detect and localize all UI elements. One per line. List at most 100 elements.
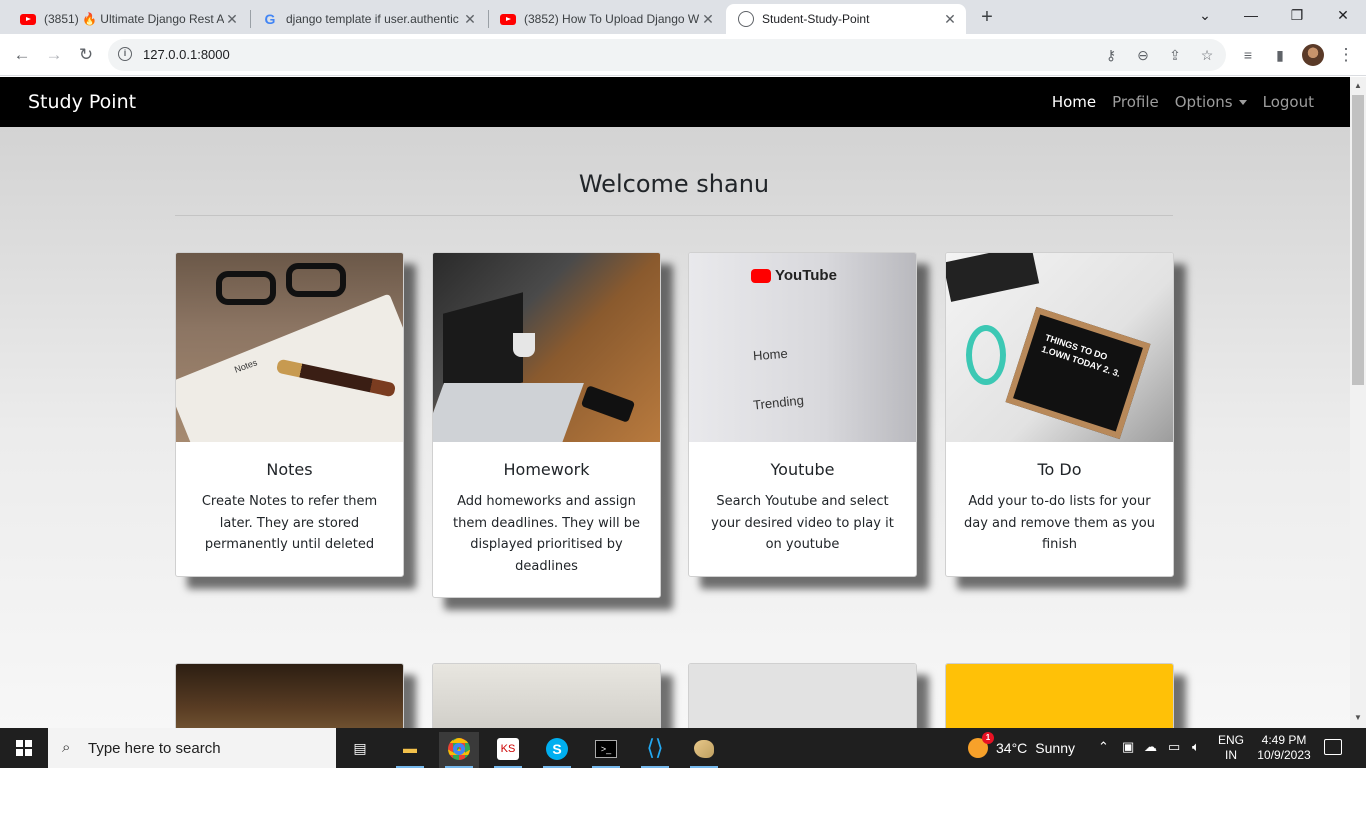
media-queue-icon[interactable]: ≡ [1236, 43, 1260, 67]
nav-links: Home Profile Options Logout [1052, 93, 1314, 111]
weather-temp: 34°C [996, 740, 1028, 756]
skype-icon[interactable]: S [537, 732, 577, 768]
back-arrow-icon[interactable]: ← [10, 43, 34, 67]
homework-image [433, 253, 660, 442]
file-explorer-icon[interactable]: ▬ [390, 732, 430, 768]
nav-profile[interactable]: Profile [1112, 93, 1159, 111]
globe-icon [738, 11, 754, 27]
minimize-button[interactable]: — [1228, 0, 1274, 30]
weather-widget[interactable]: 1 34°C Sunny [968, 732, 1075, 758]
site-info-icon[interactable]: i [118, 47, 132, 61]
youtube-image-trending: Trending [752, 392, 805, 413]
yellow-image [946, 664, 1173, 728]
youtube-icon [20, 13, 36, 25]
youtube-icon [500, 13, 516, 25]
close-tab-icon[interactable]: ✕ [462, 11, 478, 28]
browser-tab-1[interactable]: (3851) 🔥 Ultimate Django Rest API ✕ [8, 4, 248, 34]
card-row2-1[interactable] [175, 663, 404, 728]
scrollbar-thumb[interactable] [1352, 95, 1364, 385]
library-image [176, 664, 403, 728]
card-text: Add your to-do lists for your day and re… [963, 494, 1156, 552]
new-tab-button[interactable]: + [976, 6, 998, 28]
restore-button[interactable]: ❐ [1274, 0, 1320, 30]
card-notes[interactable]: Notes Notes Create Notes to refer them l… [175, 252, 404, 577]
scroll-up-arrow-icon[interactable]: ▲ [1354, 81, 1362, 90]
card-row2-2[interactable] [432, 663, 661, 728]
brand-link[interactable]: Study Point [28, 91, 136, 113]
google-icon: G [264, 11, 276, 27]
card-text: Add homeworks and assign them deadlines.… [453, 494, 640, 574]
forward-arrow-icon[interactable]: → [42, 43, 66, 67]
browser-tab-4-active[interactable]: Student-Study-Point ✕ [726, 4, 966, 34]
show-hidden-icons-chevron-icon[interactable]: ⌃ [1098, 739, 1109, 755]
nav-options-dropdown[interactable]: Options [1175, 93, 1247, 111]
profile-avatar[interactable] [1302, 44, 1324, 66]
tab-title: Student-Study-Point [762, 12, 870, 26]
youtube-image-home: Home [752, 345, 789, 364]
network-icon[interactable]: ▭ [1168, 739, 1180, 755]
windows-start-icon[interactable] [16, 740, 32, 756]
site-navbar: Study Point Home Profile Options Logout [0, 77, 1350, 127]
card-title: To Do [1037, 460, 1082, 479]
page-scrollbar[interactable]: ▲ ▼ [1350, 77, 1366, 728]
taskbar-clock[interactable]: 4:49 PM 10/9/2023 [1252, 733, 1316, 763]
windows-taskbar: ⌕ Type here to search ▤ ▬ KS S >_ ⟨⟩ 1 3… [0, 728, 1366, 768]
paint-icon[interactable] [684, 732, 724, 768]
zoom-icon[interactable]: ⊖ [1132, 44, 1154, 66]
task-view-icon[interactable]: ▤ [340, 732, 380, 768]
tab-search-chevron-icon[interactable]: ⌄ [1182, 0, 1228, 30]
reload-icon[interactable]: ↻ [74, 43, 98, 67]
browser-tab-strip: (3851) 🔥 Ultimate Django Rest API ✕ G dj… [0, 0, 1366, 34]
weather-badge: 1 [982, 732, 994, 744]
volume-icon[interactable]: 🔈︎ [1192, 739, 1200, 755]
card-homework[interactable]: Homework Add homeworks and assign them d… [432, 252, 661, 598]
onedrive-cloud-icon[interactable]: ☁ [1144, 739, 1157, 755]
url-text[interactable]: 127.0.0.1:8000 [143, 47, 230, 62]
nav-logout[interactable]: Logout [1263, 93, 1314, 111]
clock-date: 10/9/2023 [1257, 748, 1311, 762]
card-row2-3[interactable] [688, 663, 917, 728]
bookmark-star-icon[interactable]: ☆ [1196, 44, 1218, 66]
caret-down-icon [1238, 100, 1247, 105]
search-placeholder: Type here to search [88, 740, 221, 757]
notes-image: Notes [176, 253, 403, 442]
browser-toolbar: ← → ↻ i 127.0.0.1:8000 ⚷ ⊖ ⇪ ☆ ≡ ▮ ⋮ [0, 34, 1366, 76]
side-panel-icon[interactable]: ▮ [1268, 43, 1292, 67]
todo-board-text: THINGS TO DO 1.OWN TODAY 2. 3. [1040, 332, 1122, 379]
tab-title: (3851) 🔥 Ultimate Django Rest API [44, 12, 224, 26]
menu-kebab-icon[interactable]: ⋮ [1334, 43, 1358, 67]
notification-center-icon[interactable] [1324, 739, 1342, 755]
close-tab-icon[interactable]: ✕ [700, 11, 716, 28]
divider [175, 215, 1173, 216]
dictionary-image [433, 664, 660, 728]
taskbar-search-box[interactable]: ⌕ Type here to search [48, 728, 336, 768]
lang-line1: ENG [1218, 733, 1245, 747]
app-icon[interactable]: KS [488, 732, 528, 768]
sun-icon: 1 [968, 732, 994, 758]
vscode-icon[interactable]: ⟨⟩ [635, 732, 675, 768]
card-title: Youtube [770, 460, 835, 479]
scroll-down-arrow-icon[interactable]: ▼ [1354, 713, 1362, 722]
close-tab-icon[interactable]: ✕ [942, 11, 958, 28]
card-title: Homework [503, 460, 590, 479]
share-icon[interactable]: ⇪ [1164, 44, 1186, 66]
card-row2-4[interactable] [945, 663, 1174, 728]
terminal-icon[interactable]: >_ [586, 732, 626, 768]
card-todo[interactable]: THINGS TO DO 1.OWN TODAY 2. 3. To Do Add… [945, 252, 1174, 577]
wikipedia-image [689, 664, 916, 728]
lang-line2: IN [1225, 748, 1237, 762]
tab-title: (3852) How To Upload Django W [524, 12, 700, 26]
language-indicator[interactable]: ENG IN [1218, 733, 1244, 763]
meet-now-icon[interactable]: ▣ [1122, 739, 1134, 755]
search-icon: ⌕ [62, 739, 71, 756]
card-youtube[interactable]: YouTube Home Trending Youtube Search You… [688, 252, 917, 577]
browser-tab-3[interactable]: (3852) How To Upload Django W ✕ [488, 4, 724, 34]
chrome-icon[interactable] [439, 732, 479, 768]
card-text: Search Youtube and select your desired v… [711, 494, 894, 552]
key-icon[interactable]: ⚷ [1100, 44, 1122, 66]
browser-tab-2[interactable]: G django template if user.authentic ✕ [250, 4, 486, 34]
close-tab-icon[interactable]: ✕ [224, 11, 240, 28]
address-bar[interactable]: i 127.0.0.1:8000 ⚷ ⊖ ⇪ ☆ [108, 39, 1226, 71]
nav-home[interactable]: Home [1052, 93, 1096, 111]
close-window-button[interactable]: ✕ [1320, 0, 1366, 30]
